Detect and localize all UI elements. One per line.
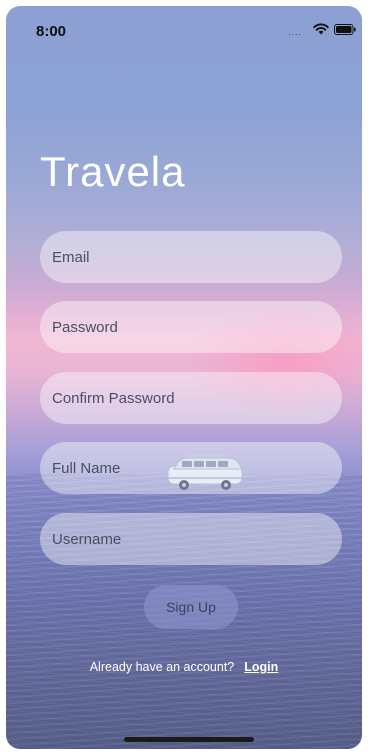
- phone-screen: 8:00 .... Travela Email Password Confirm…: [6, 6, 362, 749]
- email-placeholder: Email: [52, 248, 90, 266]
- confirm-password-placeholder: Confirm Password: [52, 389, 175, 407]
- app-title: Travela: [40, 148, 186, 195]
- password-placeholder: Password: [52, 318, 118, 336]
- email-field[interactable]: Email: [40, 231, 342, 283]
- signal-icon: ....: [288, 27, 303, 37]
- username-field[interactable]: Username: [40, 513, 342, 565]
- home-indicator[interactable]: [124, 737, 254, 742]
- wifi-icon: [313, 23, 329, 35]
- sign-up-button[interactable]: Sign Up: [144, 585, 238, 629]
- battery-icon: [334, 24, 356, 35]
- confirm-password-field[interactable]: Confirm Password: [40, 372, 342, 424]
- login-link[interactable]: Login: [244, 660, 278, 674]
- van-icon: [167, 455, 243, 490]
- status-bar: 8:00 ....: [6, 6, 362, 50]
- username-placeholder: Username: [52, 530, 122, 548]
- full-name-placeholder: Full Name: [52, 459, 121, 477]
- status-time: 8:00: [36, 23, 67, 40]
- login-prompt: Already have an account?: [89, 660, 235, 674]
- password-field[interactable]: Password: [40, 301, 342, 353]
- login-prompt-row: Already have an account? Login: [6, 660, 362, 674]
